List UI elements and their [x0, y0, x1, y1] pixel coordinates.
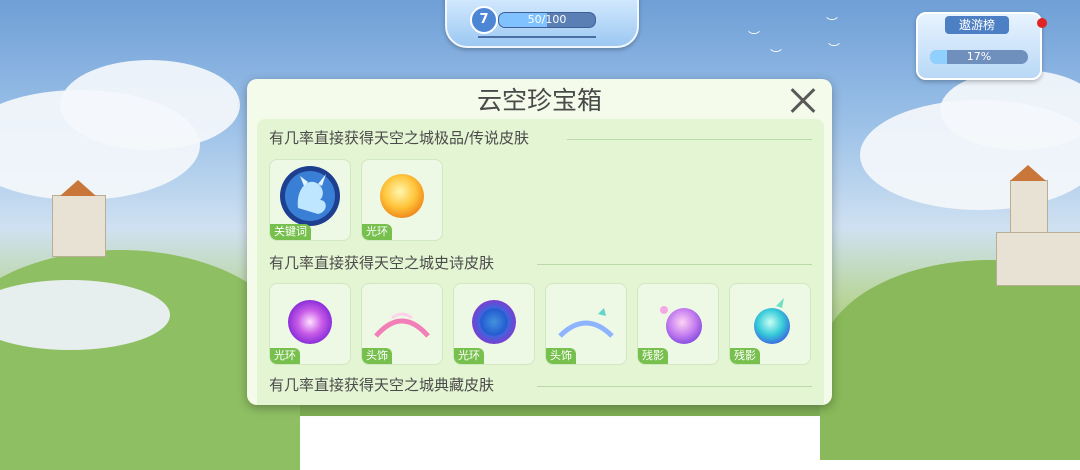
- reward-item[interactable]: 残影: [729, 283, 811, 365]
- reward-item[interactable]: 光环: [361, 159, 443, 241]
- level-divider: [478, 36, 596, 38]
- dialog-title: 云空珍宝箱: [476, 86, 602, 115]
- reward-item[interactable]: 光环: [453, 283, 535, 365]
- item-type-tag: 残影: [638, 348, 668, 364]
- reward-list: 有几率直接获得天空之城极品/传说皮肤 关键词 光环 有几率直接获得天空之城史诗皮…: [257, 119, 824, 405]
- item-type-tag: 头饰: [546, 348, 576, 364]
- item-type-tag: 关键词: [270, 224, 311, 240]
- notification-dot: [1037, 18, 1047, 28]
- treasure-chest-dialog: 云空珍宝箱 有几率直接获得天空之城极品/传说皮肤 关键词 光环 有几率直接获得天…: [247, 79, 832, 405]
- ranking-label[interactable]: 遨游榜: [945, 16, 1009, 34]
- section-heading-collection: 有几率直接获得天空之城典藏皮肤: [269, 376, 495, 394]
- reward-item[interactable]: 头饰: [545, 283, 627, 365]
- item-type-tag: 残影: [730, 348, 760, 364]
- reward-item[interactable]: 关键词: [269, 159, 351, 241]
- section-divider: [567, 139, 812, 140]
- ranking-progress-text: 17%: [966, 50, 992, 63]
- reward-item[interactable]: 光环: [269, 283, 351, 365]
- exp-progress-text: 50/100: [527, 13, 567, 26]
- item-type-tag: 头饰: [362, 348, 392, 364]
- section-heading-epic: 有几率直接获得天空之城史诗皮肤: [269, 254, 495, 272]
- item-type-tag: 光环: [362, 224, 392, 240]
- section-divider: [537, 264, 812, 265]
- reward-item[interactable]: 头饰: [361, 283, 443, 365]
- item-type-tag: 光环: [270, 348, 300, 364]
- close-icon[interactable]: [785, 83, 821, 119]
- level-badge: 7: [470, 6, 498, 34]
- exp-progress-bar: 50/100: [498, 12, 596, 28]
- reward-item[interactable]: 残影: [637, 283, 719, 365]
- section-divider: [537, 386, 812, 387]
- section-heading-legendary: 有几率直接获得天空之城极品/传说皮肤: [269, 129, 530, 147]
- ranking-progress-bar: 17%: [930, 50, 1028, 64]
- item-type-tag: 光环: [454, 348, 484, 364]
